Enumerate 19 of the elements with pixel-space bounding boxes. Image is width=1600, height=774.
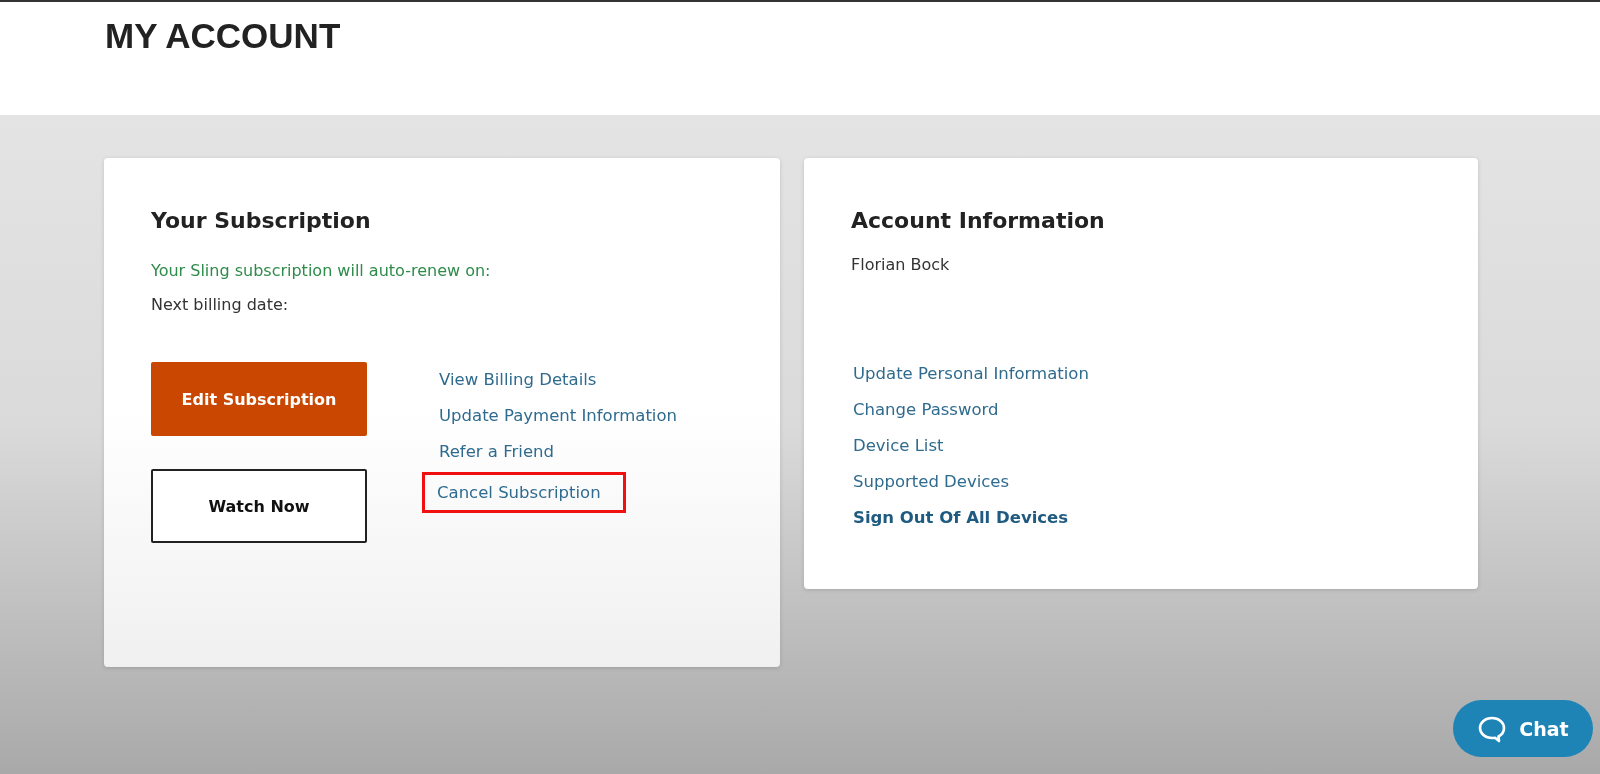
account-link[interactable]: Cancel Subscription — [422, 472, 626, 513]
billing-date-label: Next billing date: — [151, 295, 290, 314]
account-link[interactable]: Update Personal Information — [851, 362, 1091, 385]
speech-bubble-icon — [1477, 714, 1508, 743]
account-link[interactable]: View Billing Details — [437, 368, 599, 391]
edit-button[interactable]: Edit Subscription — [151, 362, 367, 436]
card-title: Your Subscription — [151, 208, 372, 233]
account-link[interactable]: Device List — [851, 434, 946, 457]
card-title: Account Information — [851, 208, 1106, 233]
account-link[interactable]: Supported Devices — [851, 470, 1012, 493]
account-name: Florian Bock — [851, 255, 951, 274]
account-link[interactable]: Refer a Friend — [437, 440, 556, 463]
account-link[interactable]: Update Payment Information — [437, 404, 679, 427]
account-link[interactable]: Change Password — [851, 398, 1001, 421]
renew-text: Your Sling subscription will auto-renew on: — [151, 261, 492, 280]
page-title: MY ACCOUNT — [105, 16, 342, 56]
chat-button[interactable]: Chat — [1453, 700, 1593, 757]
account-link[interactable]: Sign Out Of All Devices — [851, 506, 1071, 529]
watch-button[interactable]: Watch Now — [151, 469, 367, 543]
